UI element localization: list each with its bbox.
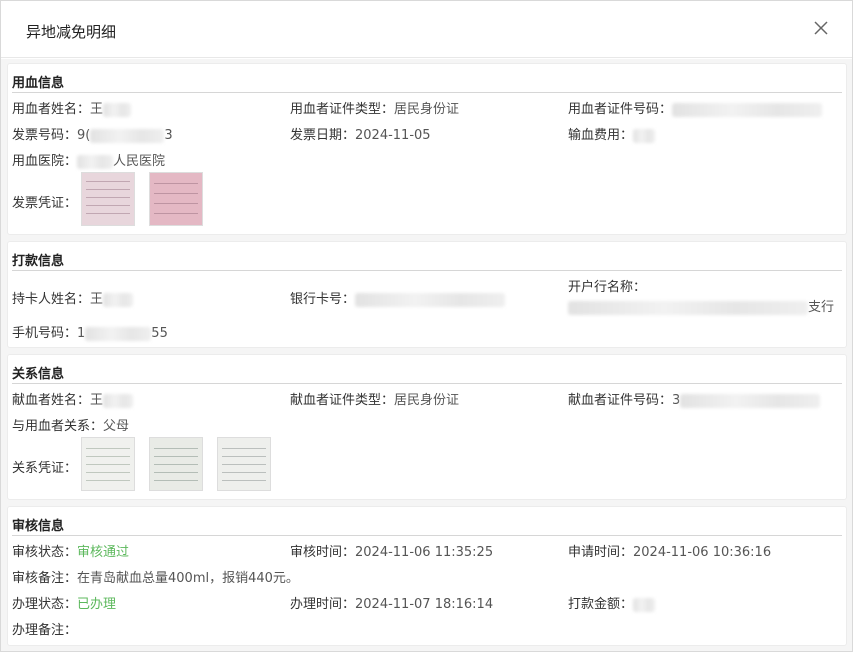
relation-voucher-thumbnail[interactable]: [149, 437, 203, 491]
card-holder-field: 持卡人姓名：王: [12, 288, 134, 307]
hospital-field: 用血医院： 人民医院: [12, 154, 166, 169]
redacted-mask: [672, 102, 823, 117]
blood-info-section: 用血信息 用血者姓名：王 用血者证件类型：居民身份证 用血者证件号码： 发票号码…: [7, 63, 847, 235]
user-name-field: 用血者姓名：王: [12, 98, 132, 117]
redacted-mask: [90, 128, 165, 143]
audit-info-section: 审核信息 审核状态：审核通过 审核时间：2024-11-06 11:35:25 …: [7, 506, 847, 646]
invoice-no-field: 发票号码：9(3: [12, 128, 173, 143]
redacted-mask: [103, 393, 134, 408]
relation-voucher-label: 关系凭证：: [12, 461, 78, 476]
relation-info-section: 关系信息 献血者姓名：王 献血者证件类型：居民身份证 献血者证件号码：3 与用血…: [7, 354, 847, 500]
phone-field: 手机号码：1 55: [12, 326, 168, 341]
invoice-voucher-label: 发票凭证：: [12, 196, 78, 211]
audit-status-field: 审核状态：审核通过: [12, 545, 130, 560]
audit-remark-field: 审核备注：在青岛献血总量400ml，报销440元。: [12, 571, 299, 586]
bank-name-label: 开户行名称：: [568, 280, 647, 295]
redacted-mask: [103, 292, 134, 307]
user-id-no-field: 用血者证件号码：: [568, 98, 823, 117]
payment-info-section: 打款信息 持卡人姓名：王 银行卡号： 开户行名称： 支行 手机号码：1 55: [7, 241, 847, 348]
invoice-voucher-thumbnail[interactable]: [81, 172, 135, 226]
redacted-mask: [633, 128, 656, 143]
section-title: 用血信息: [12, 76, 65, 91]
process-status-field: 办理状态：已办理: [12, 597, 117, 612]
redacted-mask: [103, 102, 132, 117]
redacted-mask: [633, 597, 656, 612]
dialog-body: 用血信息 用血者姓名：王 用血者证件类型：居民身份证 用血者证件号码： 发票号码…: [1, 59, 852, 651]
redacted-mask: [85, 326, 152, 341]
detail-dialog: 异地减免明细 用血信息 用血者姓名：王 用血者证件类型：居民身份证 用血者证件号…: [0, 0, 853, 652]
dialog-title: 异地减免明细: [26, 23, 117, 41]
invoice-voucher-thumbnail[interactable]: [149, 172, 203, 226]
audit-time-field: 审核时间：2024-11-06 11:35:25: [290, 545, 494, 560]
redacted-mask: [355, 292, 506, 307]
relation-voucher-thumbnail[interactable]: [217, 437, 271, 491]
amount-field: 打款金额：: [568, 593, 656, 612]
invoice-date-field: 发票日期：2024-11-05: [290, 128, 431, 143]
relationship-field: 与用血者关系：父母: [12, 419, 130, 434]
donor-id-no-field: 献血者证件号码：3: [568, 389, 821, 408]
redacted-mask: [77, 154, 114, 169]
process-remark-field: 办理备注：: [12, 623, 78, 638]
section-divider: [12, 92, 842, 93]
bank-name-field: 支行: [568, 296, 834, 315]
section-divider: [12, 383, 842, 384]
donor-id-type-field: 献血者证件类型：居民身份证: [290, 393, 460, 408]
status-badge: 已办理: [77, 597, 117, 612]
fee-field: 输血费用：: [568, 124, 656, 143]
dialog-header: 异地减免明细: [1, 1, 852, 58]
section-title: 打款信息: [12, 254, 65, 269]
redacted-mask: [680, 393, 821, 408]
section-title: 关系信息: [12, 367, 65, 382]
status-badge: 审核通过: [77, 545, 130, 560]
apply-time-field: 申请时间：2024-11-06 10:36:16: [568, 545, 772, 560]
redacted-mask: [568, 300, 808, 315]
relation-voucher-thumbnail[interactable]: [81, 437, 135, 491]
donor-name-field: 献血者姓名：王: [12, 389, 134, 408]
process-time-field: 办理时间：2024-11-07 18:16:14: [290, 597, 494, 612]
user-id-type-field: 用血者证件类型：居民身份证: [290, 102, 460, 117]
section-divider: [12, 270, 842, 271]
close-icon[interactable]: [812, 19, 830, 37]
section-title: 审核信息: [12, 519, 65, 534]
section-divider: [12, 535, 842, 536]
bank-card-field: 银行卡号：: [290, 288, 506, 307]
